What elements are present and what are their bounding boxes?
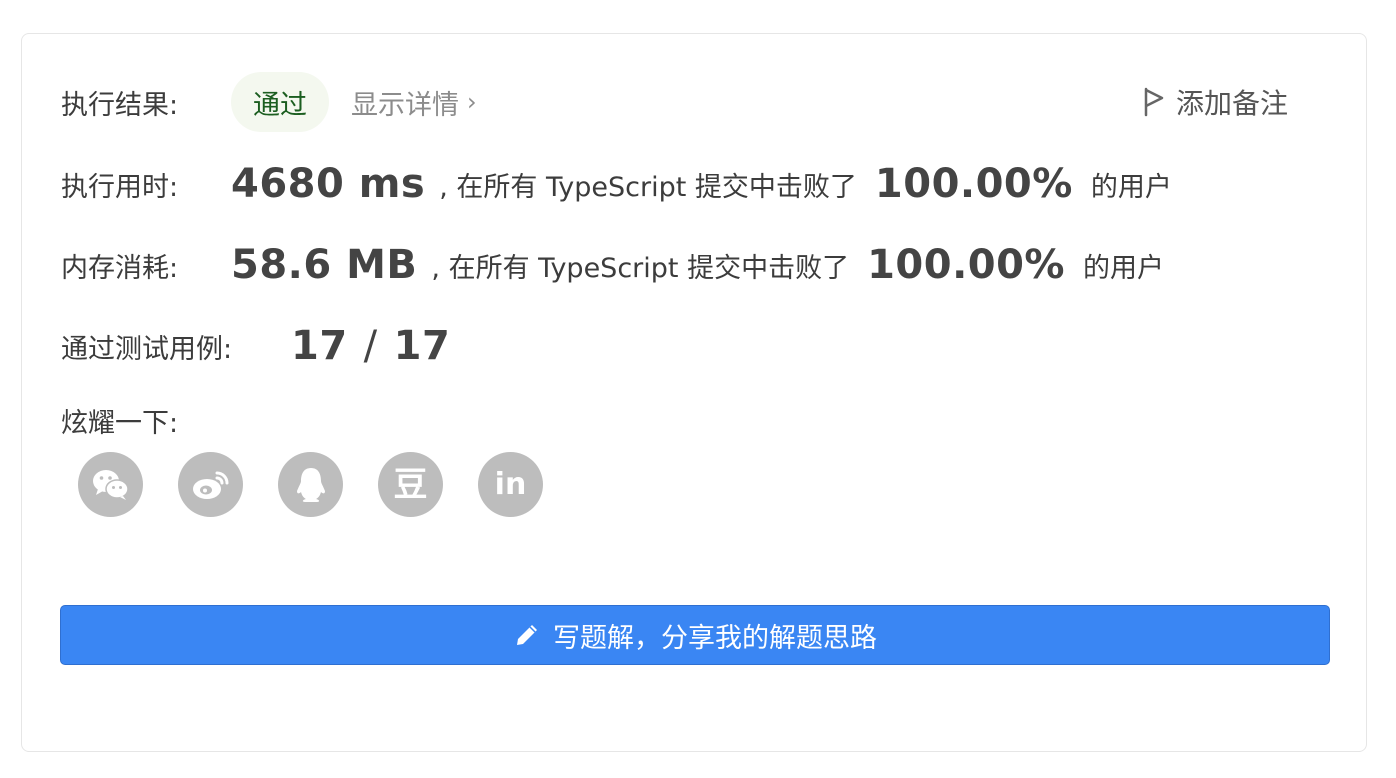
memory-comparison-text: , 在所有 TypeScript 提交中击败了 — [431, 252, 850, 284]
memory-value: 58.6 MB — [231, 242, 418, 288]
runtime-comparison-text: , 在所有 TypeScript 提交中击败了 — [439, 171, 857, 203]
share-label: 炫耀一下: — [61, 407, 179, 439]
write-solution-button[interactable]: 写题解，分享我的解题思路 — [60, 605, 1330, 665]
show-details-label: 显示详情 — [351, 89, 459, 121]
write-solution-label: 写题解，分享我的解题思路 — [553, 622, 877, 654]
pencil-icon — [517, 625, 537, 645]
douban-share-button[interactable]: 豆 — [378, 452, 443, 517]
memory-label: 内存消耗: — [61, 252, 179, 284]
weibo-icon — [192, 471, 228, 499]
memory-row: 内存消耗: 58.6 MB , 在所有 TypeScript 提交中击败了 10… — [61, 239, 1164, 291]
wechat-icon — [92, 469, 129, 500]
linkedin-share-button[interactable]: in — [478, 452, 543, 517]
testcases-row: 通过测试用例: 17 / 17 — [61, 320, 450, 372]
wechat-share-button[interactable] — [78, 452, 143, 517]
status-badge: 通过 — [231, 72, 329, 132]
memory-percent: 100.00% — [867, 242, 1066, 288]
qq-icon — [296, 467, 325, 502]
chevron-right-icon: › — [467, 88, 477, 116]
testcases-total: 17 — [393, 323, 451, 369]
add-note-button[interactable]: 添加备注 — [1142, 82, 1288, 122]
result-row: 执行结果: 通过 显示详情 › — [61, 72, 477, 132]
runtime-suffix: 的用户 — [1090, 171, 1172, 203]
show-details-link[interactable]: 显示详情 › — [351, 83, 477, 122]
weibo-share-button[interactable] — [178, 452, 243, 517]
memory-suffix: 的用户 — [1083, 252, 1165, 284]
add-note-label: 添加备注 — [1176, 87, 1289, 120]
douban-icon: 豆 — [393, 464, 428, 505]
flag-icon — [1144, 87, 1164, 117]
runtime-value: 4680 ms — [231, 161, 426, 207]
result-label: 执行结果: — [61, 89, 179, 121]
runtime-percent: 100.00% — [874, 161, 1073, 207]
qq-share-button[interactable] — [278, 452, 343, 517]
share-row: 炫耀一下: — [61, 400, 178, 440]
linkedin-icon: in — [494, 466, 527, 502]
runtime-label: 执行用时: — [61, 171, 179, 203]
runtime-row: 执行用时: 4680 ms , 在所有 TypeScript 提交中击败了 10… — [61, 158, 1172, 210]
testcases-separator: / — [363, 323, 378, 369]
testcases-passed: 17 — [291, 323, 348, 369]
testcases-label: 通过测试用例: — [61, 333, 233, 365]
